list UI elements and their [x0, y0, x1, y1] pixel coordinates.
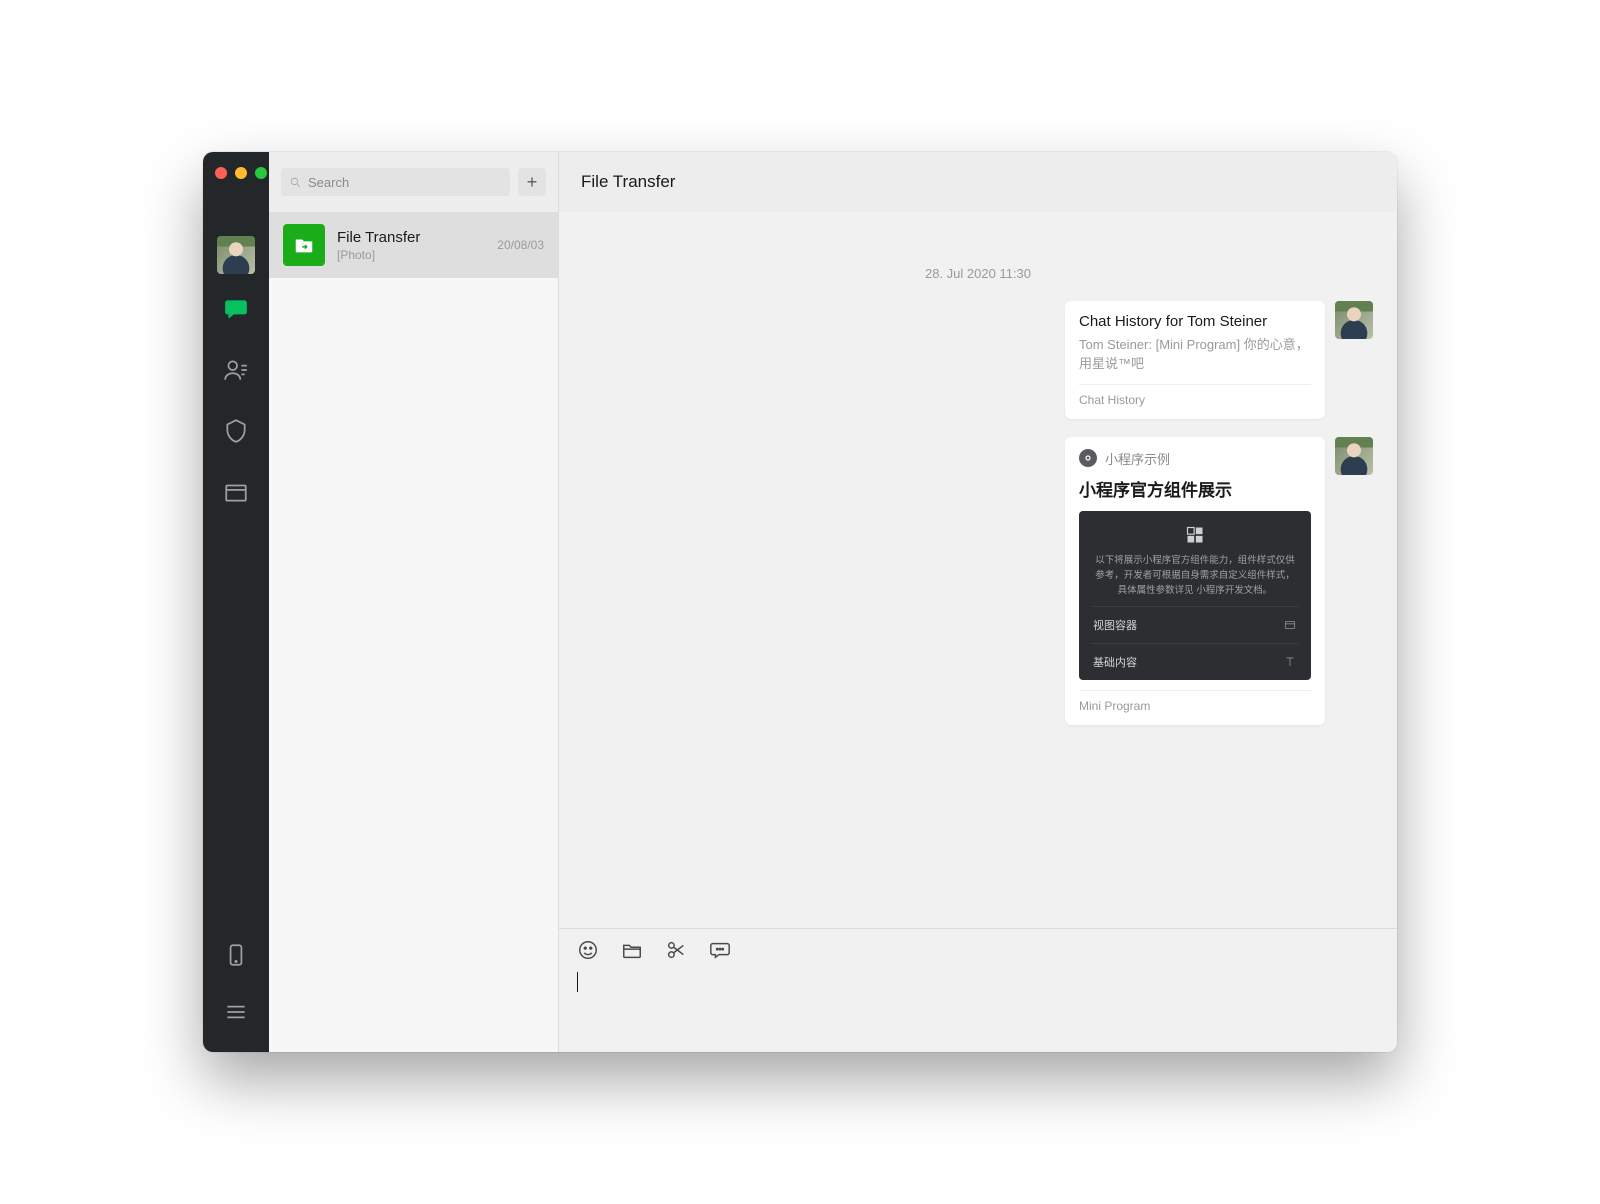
messages-area: 28. Jul 2020 11:30 Chat History for Tom … — [559, 212, 1397, 928]
mini-program-logo-icon — [1079, 449, 1097, 467]
card-body: Tom Steiner: [Mini Program] 你的心意，用星说™吧 — [1079, 336, 1311, 374]
minimize-window-button[interactable] — [235, 167, 247, 179]
conversation-list-panel: Search + File Transfer [Photo] 20/08/03 — [269, 152, 559, 1052]
conversation-title: File Transfer — [337, 229, 485, 246]
mini-program-preview-desc: 以下将展示小程序官方组件能力，组件样式仅供参考，开发者可根据自身需求自定义组件样… — [1091, 553, 1299, 599]
sender-avatar[interactable] — [1335, 437, 1373, 475]
card-title: Chat History for Tom Steiner — [1079, 313, 1311, 330]
add-button[interactable]: + — [518, 168, 546, 196]
contacts-icon[interactable] — [223, 357, 249, 388]
emoji-icon[interactable] — [577, 939, 599, 966]
user-avatar[interactable] — [217, 236, 255, 274]
view-container-icon — [1283, 618, 1297, 632]
close-window-button[interactable] — [215, 167, 227, 179]
conversation-header: Search + — [269, 152, 558, 212]
app-window: Search + File Transfer [Photo] 20/08/03 … — [203, 152, 1397, 1052]
conversation-subtitle: [Photo] — [337, 248, 485, 262]
window-controls — [203, 162, 267, 184]
chat-history-card[interactable]: Chat History for Tom Steiner Tom Steiner… — [1065, 301, 1325, 419]
mini-program-card[interactable]: 小程序示例 小程序官方组件展示 以下将展示小程序官方组件能力，组件样式仅供参考，… — [1065, 437, 1325, 726]
mini-program-subtitle: 小程序官方组件展示 — [1079, 476, 1311, 501]
text-cursor — [577, 972, 578, 992]
file-transfer-icon — [283, 224, 325, 266]
card-footer: Mini Program — [1079, 690, 1311, 713]
mini-program-row-view-container: 视图容器 — [1091, 606, 1299, 643]
chat-panel: File Transfer 28. Jul 2020 11:30 Chat Hi… — [559, 152, 1397, 1052]
search-placeholder: Search — [308, 175, 349, 190]
mobile-icon[interactable] — [223, 942, 249, 973]
fullscreen-window-button[interactable] — [255, 167, 267, 179]
scissors-icon[interactable] — [665, 939, 687, 966]
chat-title: File Transfer — [581, 172, 675, 192]
conversation-date: 20/08/03 — [497, 238, 544, 252]
card-footer: Chat History — [1079, 384, 1311, 407]
input-toolbar — [577, 939, 1379, 966]
mini-program-row-basic-content: 基础内容 — [1091, 643, 1299, 680]
message-input-area[interactable] — [559, 928, 1397, 1052]
message-row: Chat History for Tom Steiner Tom Steiner… — [583, 301, 1373, 419]
nav-rail — [203, 152, 269, 1052]
message-timestamp: 28. Jul 2020 11:30 — [583, 266, 1373, 281]
folder-icon[interactable] — [621, 939, 643, 966]
message-row: 小程序示例 小程序官方组件展示 以下将展示小程序官方组件能力，组件样式仅供参考，… — [583, 437, 1373, 726]
sender-avatar[interactable] — [1335, 301, 1373, 339]
files-icon[interactable] — [223, 479, 249, 510]
search-input[interactable]: Search — [281, 168, 510, 196]
chat-header: File Transfer — [559, 152, 1397, 212]
text-icon — [1283, 655, 1297, 669]
chats-icon[interactable] — [223, 296, 249, 327]
mini-program-app-name: 小程序示例 — [1105, 449, 1170, 468]
plus-icon: + — [527, 172, 538, 193]
favorites-icon[interactable] — [223, 418, 249, 449]
more-chat-icon[interactable] — [709, 939, 731, 966]
mini-program-preview: 以下将展示小程序官方组件能力，组件样式仅供参考，开发者可根据自身需求自定义组件样… — [1079, 511, 1311, 681]
components-grid-icon — [1185, 525, 1205, 545]
conversation-item-file-transfer[interactable]: File Transfer [Photo] 20/08/03 — [269, 212, 558, 278]
menu-icon[interactable] — [223, 999, 249, 1030]
